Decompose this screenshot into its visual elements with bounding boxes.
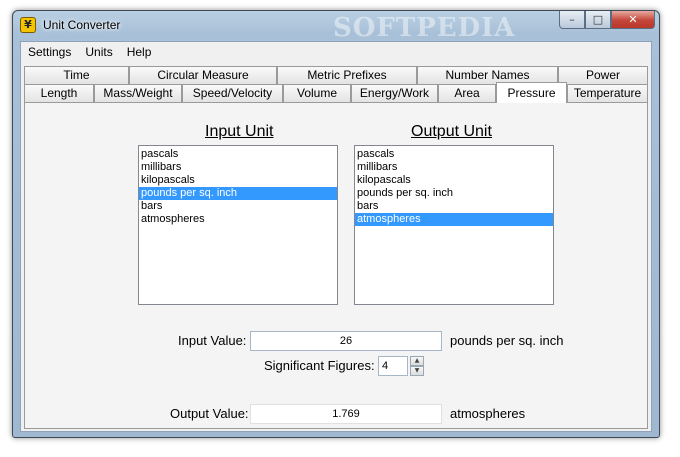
input-unit-item[interactable]: pounds per sq. inch [139, 187, 337, 200]
output-unit-item[interactable]: bars [355, 200, 553, 213]
spin-up-icon[interactable]: ▲ [410, 356, 424, 366]
tab-length[interactable]: Length [24, 84, 94, 102]
close-button[interactable]: ✕ [611, 11, 655, 29]
output-unit-item[interactable]: kilopascals [355, 174, 553, 187]
input-unit-item[interactable]: atmospheres [139, 213, 337, 226]
app-window: ¥ Unit Converter SOFTPEDIA – □ ✕ Setting… [12, 10, 660, 438]
output-unit-heading: Output Unit [411, 123, 492, 140]
input-value-label: Input Value: [178, 333, 247, 348]
tab-temperature[interactable]: Temperature [567, 84, 648, 102]
softpedia-watermark: SOFTPEDIA [333, 13, 516, 43]
app-icon[interactable]: ¥ [20, 17, 36, 33]
significant-figures-input[interactable]: 4 [378, 356, 408, 376]
output-value-field: 1.769 [250, 404, 442, 424]
pressure-tab-page: Input Unit Output Unit pascals millibars… [24, 102, 648, 429]
menu-settings[interactable]: Settings [21, 42, 78, 63]
tab-row-2: Length Mass/Weight Speed/Velocity Volume… [24, 82, 648, 103]
maximize-button[interactable]: □ [585, 11, 611, 29]
menu-units[interactable]: Units [78, 42, 119, 63]
menu-bar: Settings Units Help [21, 42, 651, 63]
significant-figures-spinner: ▲ ▼ [410, 356, 424, 376]
minimize-button[interactable]: – [559, 11, 585, 29]
spin-down-icon[interactable]: ▼ [410, 366, 424, 376]
tab-mass-weight[interactable]: Mass/Weight [94, 84, 182, 102]
output-unit-item[interactable]: pascals [355, 148, 553, 161]
input-value-unit: pounds per sq. inch [450, 333, 564, 348]
tab-energy-work[interactable]: Energy/Work [351, 84, 438, 102]
tab-metric-prefixes[interactable]: Metric Prefixes [277, 66, 417, 84]
client-area: Settings Units Help Time Circular Measur… [20, 41, 652, 432]
tab-area[interactable]: Area [438, 84, 496, 102]
output-unit-item[interactable]: millibars [355, 161, 553, 174]
tab-time[interactable]: Time [24, 66, 129, 84]
window-title: Unit Converter [43, 18, 121, 32]
tab-circular-measure[interactable]: Circular Measure [129, 66, 277, 84]
tab-pressure[interactable]: Pressure [496, 82, 567, 103]
input-unit-item[interactable]: kilopascals [139, 174, 337, 187]
tab-power[interactable]: Power [558, 66, 648, 84]
tab-speed-velocity[interactable]: Speed/Velocity [182, 84, 283, 102]
input-unit-list[interactable]: pascals millibars kilopascals pounds per… [138, 145, 338, 305]
output-unit-item[interactable]: pounds per sq. inch [355, 187, 553, 200]
input-unit-item[interactable]: pascals [139, 148, 337, 161]
output-unit-list[interactable]: pascals millibars kilopascals pounds per… [354, 145, 554, 305]
menu-help[interactable]: Help [120, 42, 159, 63]
input-unit-item[interactable]: millibars [139, 161, 337, 174]
input-unit-item[interactable]: bars [139, 200, 337, 213]
title-bar[interactable]: ¥ Unit Converter SOFTPEDIA – □ ✕ [13, 11, 659, 43]
output-value-label: Output Value: [170, 406, 249, 421]
input-unit-heading: Input Unit [205, 123, 274, 140]
tab-volume[interactable]: Volume [283, 84, 351, 102]
significant-figures-label: Significant Figures: [264, 358, 375, 373]
output-unit-item[interactable]: atmospheres [355, 213, 553, 226]
output-value-unit: atmospheres [450, 406, 526, 421]
input-value-field[interactable]: 26 [250, 331, 442, 351]
window-controls: – □ ✕ [559, 11, 655, 31]
